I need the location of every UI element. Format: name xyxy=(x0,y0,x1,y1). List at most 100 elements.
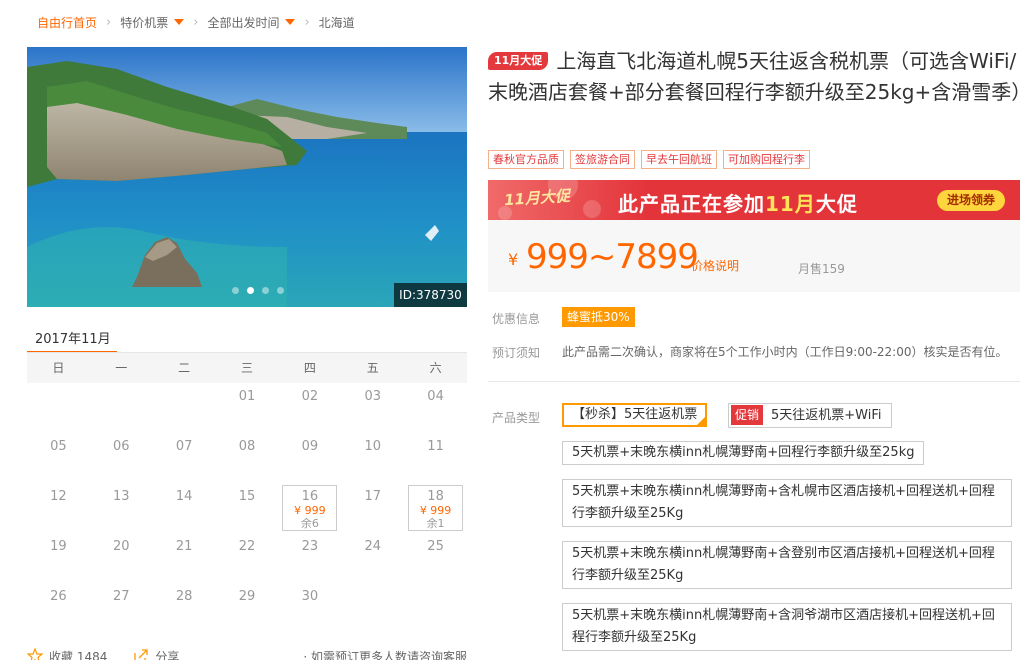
promo-tag: 11月大促 xyxy=(488,52,549,70)
day-number: 15 xyxy=(238,489,256,504)
day-number: 02 xyxy=(301,389,319,404)
option-5day-wifi[interactable]: 促销 5天往返机票+WiFi xyxy=(728,403,892,428)
option-label: 5天机票+末晚东横inn札幌薄野南+含洞爷湖市区酒店接机+回程送机+回程行李额升… xyxy=(572,608,995,645)
product-title: 11月大促 上海直飞北海道札幌5天往返含税机票（可选含WiFi/末晚酒店套餐+部分… xyxy=(488,46,1020,108)
calendar-day: 11 xyxy=(404,433,467,483)
favorite-count: 收藏 1484 xyxy=(49,649,108,660)
share-label: 分享 xyxy=(155,649,180,660)
day-number: 18 xyxy=(427,489,444,504)
weekday-label: 六 xyxy=(429,361,442,375)
calendar-day: 23 xyxy=(278,533,341,583)
share-button[interactable]: 分享 xyxy=(133,648,179,660)
carousel-dots xyxy=(232,287,284,294)
calendar-day: 28 xyxy=(153,583,216,633)
breadcrumb-label: 特价机票 xyxy=(120,15,169,30)
calendar-day: 08 xyxy=(216,433,279,483)
weekday-label: 三 xyxy=(241,361,254,375)
calendar-day-available[interactable]: 16 ¥ 999 余6 xyxy=(282,485,338,531)
option-5day-hotel-toya-transfer[interactable]: 5天机票+末晚东横inn札幌薄野南+含洞爷湖市区酒店接机+回程送机+回程行李额升… xyxy=(562,603,1012,651)
breadcrumb-separator: › xyxy=(304,14,310,30)
calendar-day: 24 xyxy=(341,533,404,583)
feature-tag: 签旅游合同 xyxy=(570,150,635,169)
caret-down-icon xyxy=(174,19,185,25)
calendar-month-tab[interactable]: 2017年11月 xyxy=(27,320,117,354)
section-divider xyxy=(488,381,1020,382)
weekday-label: 五 xyxy=(366,361,379,375)
option-label: 5天机票+末晚东横inn札幌薄野南+含札幌市区酒店接机+回程送机+回程行李额升级… xyxy=(572,484,995,521)
option-5day-hotel-sapporo-transfer[interactable]: 5天机票+末晚东横inn札幌薄野南+含札幌市区酒店接机+回程送机+回程行李额升级… xyxy=(562,479,1012,527)
calendar-day: 17 xyxy=(341,483,404,533)
calendar-day: 30 xyxy=(278,583,341,633)
calendar-day: 15 xyxy=(216,483,279,533)
caret-down-icon xyxy=(285,19,296,25)
discount-label: 优惠信息 xyxy=(492,312,541,326)
weekday-label: 二 xyxy=(178,361,191,375)
calendar-day-available[interactable]: 18 ¥ 999 余1 xyxy=(408,485,463,531)
breadcrumb-departure-time-dropdown[interactable]: 全部出发时间 xyxy=(207,14,296,31)
weekday-label: 四 xyxy=(303,361,316,375)
day-number: 25 xyxy=(427,539,444,554)
claim-coupon-button[interactable]: 进场领券 xyxy=(936,190,1005,211)
day-number: 11 xyxy=(427,439,444,454)
banner-highlight: 11月 xyxy=(765,192,816,216)
breadcrumb-separator: › xyxy=(193,14,199,30)
option-flash-sale-5day[interactable]: 【秒杀】5天往返机票 xyxy=(562,403,708,427)
breadcrumb-home-link[interactable]: 自由行首页 xyxy=(37,14,97,31)
carousel-dot[interactable] xyxy=(232,287,239,294)
option-label: 【秒杀】5天往返机票 xyxy=(572,407,698,422)
promo-banner[interactable]: 11月大促 此产品正在参加11月大促 进场领券 xyxy=(488,180,1020,220)
banner-text: 大促 xyxy=(815,192,858,216)
price-explanation-link[interactable]: 价格说明 xyxy=(691,257,739,274)
calendar-day: 26 xyxy=(27,583,90,633)
calendar-day: 06 xyxy=(90,433,153,483)
price-box: ¥ 999~7899 价格说明 月售159 xyxy=(488,220,1020,292)
banner-text: 此产品正在参加 xyxy=(618,192,765,216)
calendar-day: 01 xyxy=(216,383,279,433)
breadcrumb-separator: › xyxy=(106,14,112,30)
option-5day-hotel-noboribetsu-transfer[interactable]: 5天机票+末晚东横inn札幌薄野南+含登别市区酒店接机+回程送机+回程行李额升级… xyxy=(562,541,1012,589)
promo-badge: 促销 xyxy=(731,405,764,425)
day-number: 27 xyxy=(113,589,130,604)
calendar-day: 05 xyxy=(27,433,90,483)
carousel-dot[interactable] xyxy=(262,287,269,294)
day-number: 19 xyxy=(50,539,67,554)
day-number: 30 xyxy=(301,589,319,604)
carousel-dot[interactable] xyxy=(277,287,284,294)
day-number: 12 xyxy=(50,489,67,504)
breadcrumb-label: 全部出发时间 xyxy=(207,15,280,30)
day-stock: 余1 xyxy=(426,517,445,530)
breadcrumb-current: 北海道 xyxy=(318,15,355,30)
day-number: 14 xyxy=(175,489,193,504)
day-number: 28 xyxy=(175,589,193,604)
day-number: 20 xyxy=(113,539,130,554)
day-number: 03 xyxy=(364,389,381,404)
day-stock: 余6 xyxy=(300,517,319,530)
customer-service-note[interactable]: · 如需预订更多人数请咨询客服 xyxy=(303,648,467,660)
day-number: 13 xyxy=(113,489,130,504)
day-number: 05 xyxy=(50,439,67,454)
day-number: 17 xyxy=(364,489,381,504)
day-number: 23 xyxy=(301,539,319,554)
calendar-day: 12 xyxy=(27,483,90,533)
calendar-weekday-header: 日一二三四五六 xyxy=(27,353,467,383)
calendar-day: 13 xyxy=(90,483,153,533)
day-number: 04 xyxy=(427,389,444,404)
coastline-photo xyxy=(27,47,467,307)
day-number: 24 xyxy=(364,539,381,554)
calendar-day: 22 xyxy=(216,533,279,583)
carousel-dot-active[interactable] xyxy=(247,287,254,294)
day-price: ¥ 999 xyxy=(294,504,326,517)
calendar-blank-cell xyxy=(27,383,90,433)
discount-badge: 蜂蜜抵30% xyxy=(562,307,635,327)
breadcrumb-cheap-tickets-dropdown[interactable]: 特价机票 xyxy=(120,14,185,31)
calendar-blank-cell xyxy=(90,383,153,433)
option-5day-hotel-luggage[interactable]: 5天机票+末晚东横inn札幌薄野南+回程行李额升级至25kg xyxy=(562,441,925,465)
banner-headline: 此产品正在参加11月大促 xyxy=(618,188,858,217)
product-image-carousel[interactable]: ID:378730 xyxy=(27,47,467,307)
product-title-text: 上海直飞北海道札幌5天往返含税机票（可选含WiFi/末晚酒店套餐+部分套餐回程行… xyxy=(488,49,1020,104)
day-number: 06 xyxy=(113,439,130,454)
monthly-sales: 月售159 xyxy=(798,262,845,276)
product-type-label: 产品类型 xyxy=(492,411,541,425)
breadcrumb: 自由行首页 › 特价机票 › 全部出发时间 › 北海道 xyxy=(37,12,355,32)
favorite-button[interactable]: 收藏 1484 xyxy=(27,648,107,660)
